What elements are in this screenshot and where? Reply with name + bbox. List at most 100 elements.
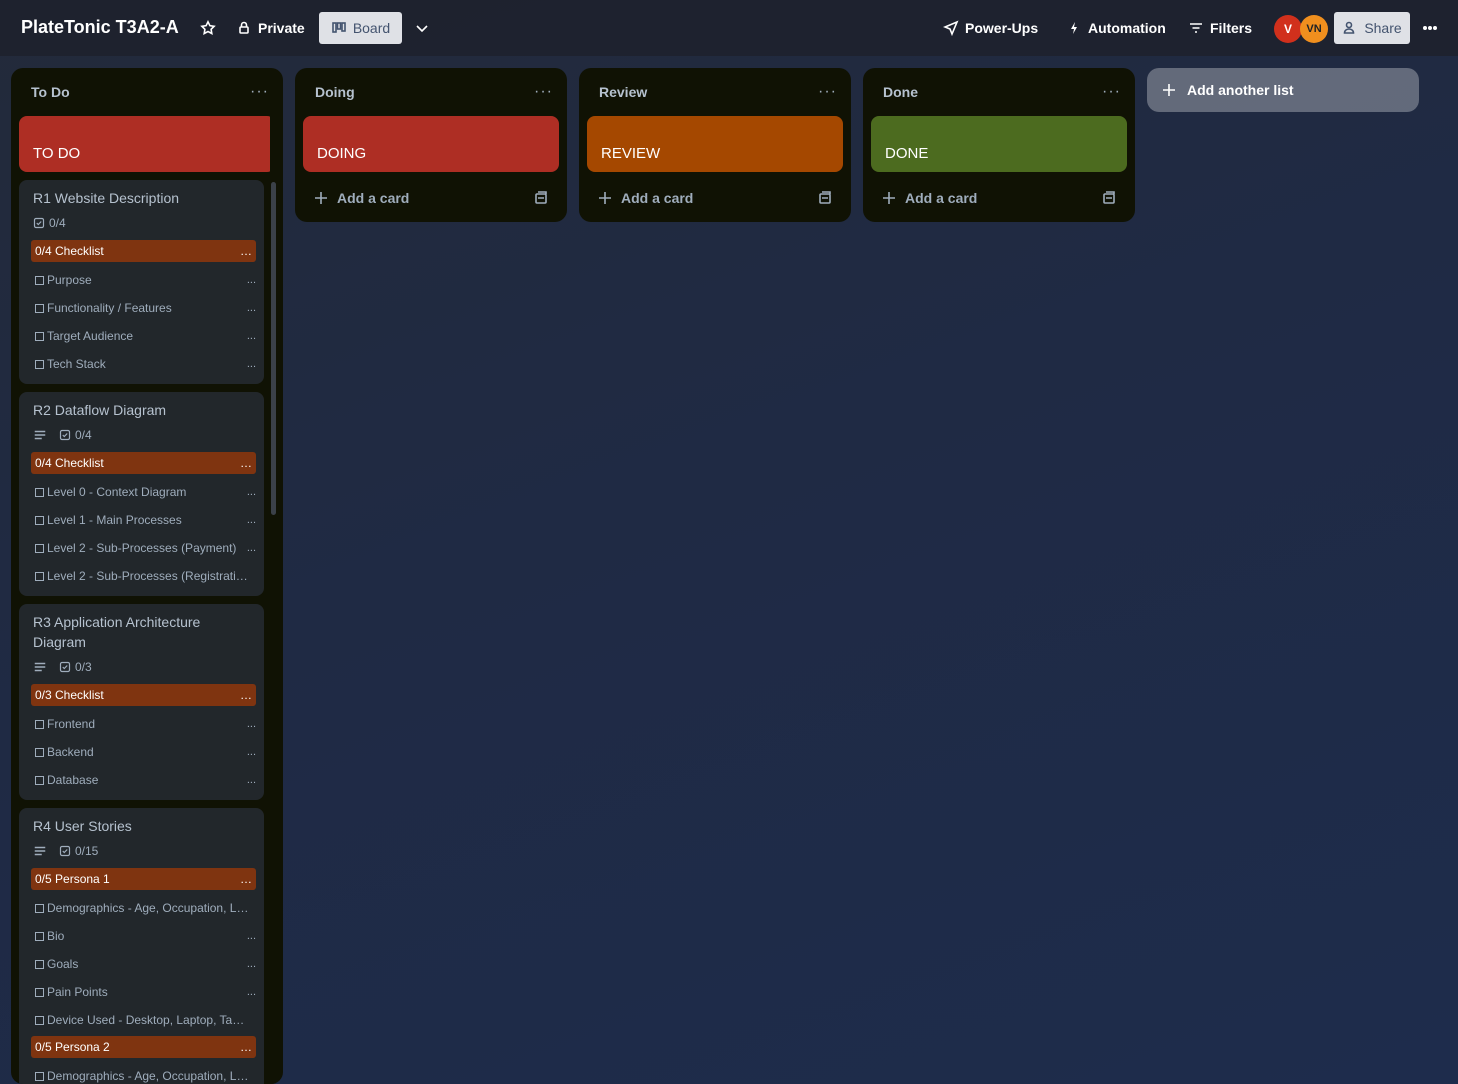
checklist-header[interactable]: 0/3 Checklist…	[31, 684, 256, 706]
list-menu-icon[interactable]: ···	[250, 83, 269, 101]
checkbox-icon[interactable]	[35, 276, 44, 285]
checklist-item[interactable]: Goals...	[35, 954, 256, 974]
plus-icon	[883, 192, 895, 204]
board-menu-button[interactable]	[1420, 12, 1440, 44]
add-list-button[interactable]: Add another list	[1147, 68, 1419, 112]
checkbox-icon[interactable]	[35, 748, 44, 757]
avatar[interactable]: V	[1274, 15, 1302, 43]
template-icon[interactable]	[817, 190, 833, 206]
checklist-item[interactable]: Backend...	[35, 742, 256, 762]
checklist-item[interactable]: Database...	[35, 770, 256, 790]
item-menu-icon[interactable]: ...	[247, 774, 256, 786]
item-menu-icon[interactable]: ...	[247, 958, 256, 970]
list-cover-card[interactable]: DONE	[871, 116, 1127, 172]
template-icon[interactable]	[1101, 190, 1117, 206]
checklist-item[interactable]: Target Audience...	[35, 326, 256, 346]
list-cover-card[interactable]: REVIEW	[587, 116, 843, 172]
checklist-item[interactable]: Demographics - Age, Occupation, Lo...	[35, 1066, 256, 1084]
add-card-button[interactable]: Add a card	[597, 190, 693, 206]
board-title[interactable]: PlateTonic T3A2-A	[21, 17, 179, 38]
list-title[interactable]: Doing	[315, 84, 355, 100]
list-title[interactable]: Done	[883, 84, 918, 100]
visibility-button[interactable]: Private	[236, 12, 305, 44]
list-title[interactable]: To Do	[31, 84, 70, 100]
checklist-item[interactable]: Bio...	[35, 926, 256, 946]
card-r3[interactable]: R3 Application Architecture Diagram 0/3 …	[19, 604, 264, 800]
checklist-item[interactable]: Level 0 - Context Diagram...	[35, 482, 256, 502]
checkbox-icon[interactable]	[35, 932, 44, 941]
checklist-header[interactable]: 0/4 Checklist …	[31, 240, 256, 262]
item-menu-icon[interactable]: ...	[247, 274, 256, 286]
item-menu-icon[interactable]: ...	[247, 302, 256, 314]
checkbox-icon[interactable]	[35, 516, 44, 525]
checklist-header[interactable]: 0/4 Checklist…	[31, 452, 256, 474]
checkbox-icon[interactable]	[35, 488, 44, 497]
checklist-item[interactable]: Pain Points...	[35, 982, 256, 1002]
checklist-badge: 0/4	[59, 428, 92, 442]
checklist-menu-icon[interactable]: …	[240, 1040, 252, 1054]
checklist-header[interactable]: 0/5 Persona 2…	[31, 1036, 256, 1058]
add-card-button[interactable]: Add a card	[313, 190, 409, 206]
item-menu-icon[interactable]: ...	[247, 486, 256, 498]
filters-button[interactable]: Filters	[1188, 12, 1252, 44]
checkbox-icon[interactable]	[35, 572, 44, 581]
board-view-button[interactable]: Board	[319, 12, 402, 44]
checklist-item[interactable]: Level 2 - Sub-Processes (Registration...	[35, 566, 256, 586]
item-menu-icon[interactable]: ...	[247, 514, 256, 526]
checklist-badge: 0/4	[33, 216, 66, 230]
checkbox-icon[interactable]	[35, 1072, 44, 1081]
checkbox-icon[interactable]	[35, 304, 44, 313]
item-menu-icon[interactable]: ...	[247, 358, 256, 370]
list-cover-card[interactable]: DOING	[303, 116, 559, 172]
card-r4[interactable]: R4 User Stories 0/15 0/5 Persona 1 … Demo…	[19, 808, 264, 1084]
item-menu-icon[interactable]: ...	[247, 746, 256, 758]
checklist-item[interactable]: Purpose...	[35, 270, 256, 290]
checklist-menu-icon[interactable]: …	[240, 688, 252, 702]
checkbox-icon[interactable]	[35, 904, 44, 913]
checkbox-icon[interactable]	[35, 360, 44, 369]
add-card-button[interactable]: Add a card	[881, 190, 977, 206]
checklist-item[interactable]: Level 1 - Main Processes...	[35, 510, 256, 530]
star-button[interactable]	[196, 12, 220, 44]
checklist-item[interactable]: Demographics - Age, Occupation, Lo...	[35, 898, 256, 918]
list-menu-icon[interactable]: ···	[1102, 83, 1121, 101]
list-cover-card[interactable]: TO DO	[19, 116, 275, 172]
checklist-item[interactable]: Tech Stack...	[35, 354, 256, 374]
powerups-button[interactable]: Power-Ups	[943, 12, 1038, 44]
list-title[interactable]: Review	[599, 84, 647, 100]
share-button[interactable]: Share	[1334, 12, 1410, 44]
scrollbar-thumb[interactable]	[271, 182, 276, 515]
checklist-item[interactable]: Frontend...	[35, 714, 256, 734]
checkbox-icon[interactable]	[35, 332, 44, 341]
checklist-item[interactable]: Device Used - Desktop, Laptop, Tabl...	[35, 1010, 256, 1030]
share-label: Share	[1364, 20, 1402, 36]
list-menu-icon[interactable]: ···	[534, 83, 553, 101]
item-menu-icon[interactable]: ...	[247, 718, 256, 730]
item-menu-icon[interactable]: ...	[247, 542, 256, 554]
card-title-line: Diagram	[33, 634, 86, 650]
checkbox-icon[interactable]	[35, 776, 44, 785]
card-r2[interactable]: R2 Dataflow Diagram 0/4 0/4 Checklist … L…	[19, 392, 264, 596]
checklist-item[interactable]: Level 2 - Sub-Processes (Payment)...	[35, 538, 256, 558]
checkbox-icon[interactable]	[35, 988, 44, 997]
list-menu-icon[interactable]: ···	[818, 83, 837, 101]
views-dropdown-button[interactable]	[412, 12, 432, 44]
checklist-header[interactable]: 0/5 Persona 1…	[31, 868, 256, 890]
checkbox-icon[interactable]	[35, 1016, 44, 1025]
template-icon[interactable]	[533, 190, 549, 206]
item-menu-icon[interactable]: ...	[247, 330, 256, 342]
avatar[interactable]: VN	[1300, 15, 1328, 43]
checklist-title: 0/4 Checklist	[35, 244, 104, 258]
checkbox-icon[interactable]	[35, 720, 44, 729]
card-r1[interactable]: R1 Website Description 0/4 0/4 Checklist…	[19, 180, 264, 384]
checklist-item-label: Target Audience	[47, 329, 134, 343]
automation-button[interactable]: Automation	[1066, 12, 1166, 44]
checklist-menu-icon[interactable]: …	[240, 456, 252, 470]
item-menu-icon[interactable]: ...	[247, 930, 256, 942]
item-menu-icon[interactable]: ...	[247, 986, 256, 998]
checkbox-icon[interactable]	[35, 960, 44, 969]
checkbox-icon[interactable]	[35, 544, 44, 553]
checklist-menu-icon[interactable]: …	[240, 244, 252, 258]
checklist-item[interactable]: Functionality / Features...	[35, 298, 256, 318]
checklist-menu-icon[interactable]: …	[240, 872, 252, 886]
